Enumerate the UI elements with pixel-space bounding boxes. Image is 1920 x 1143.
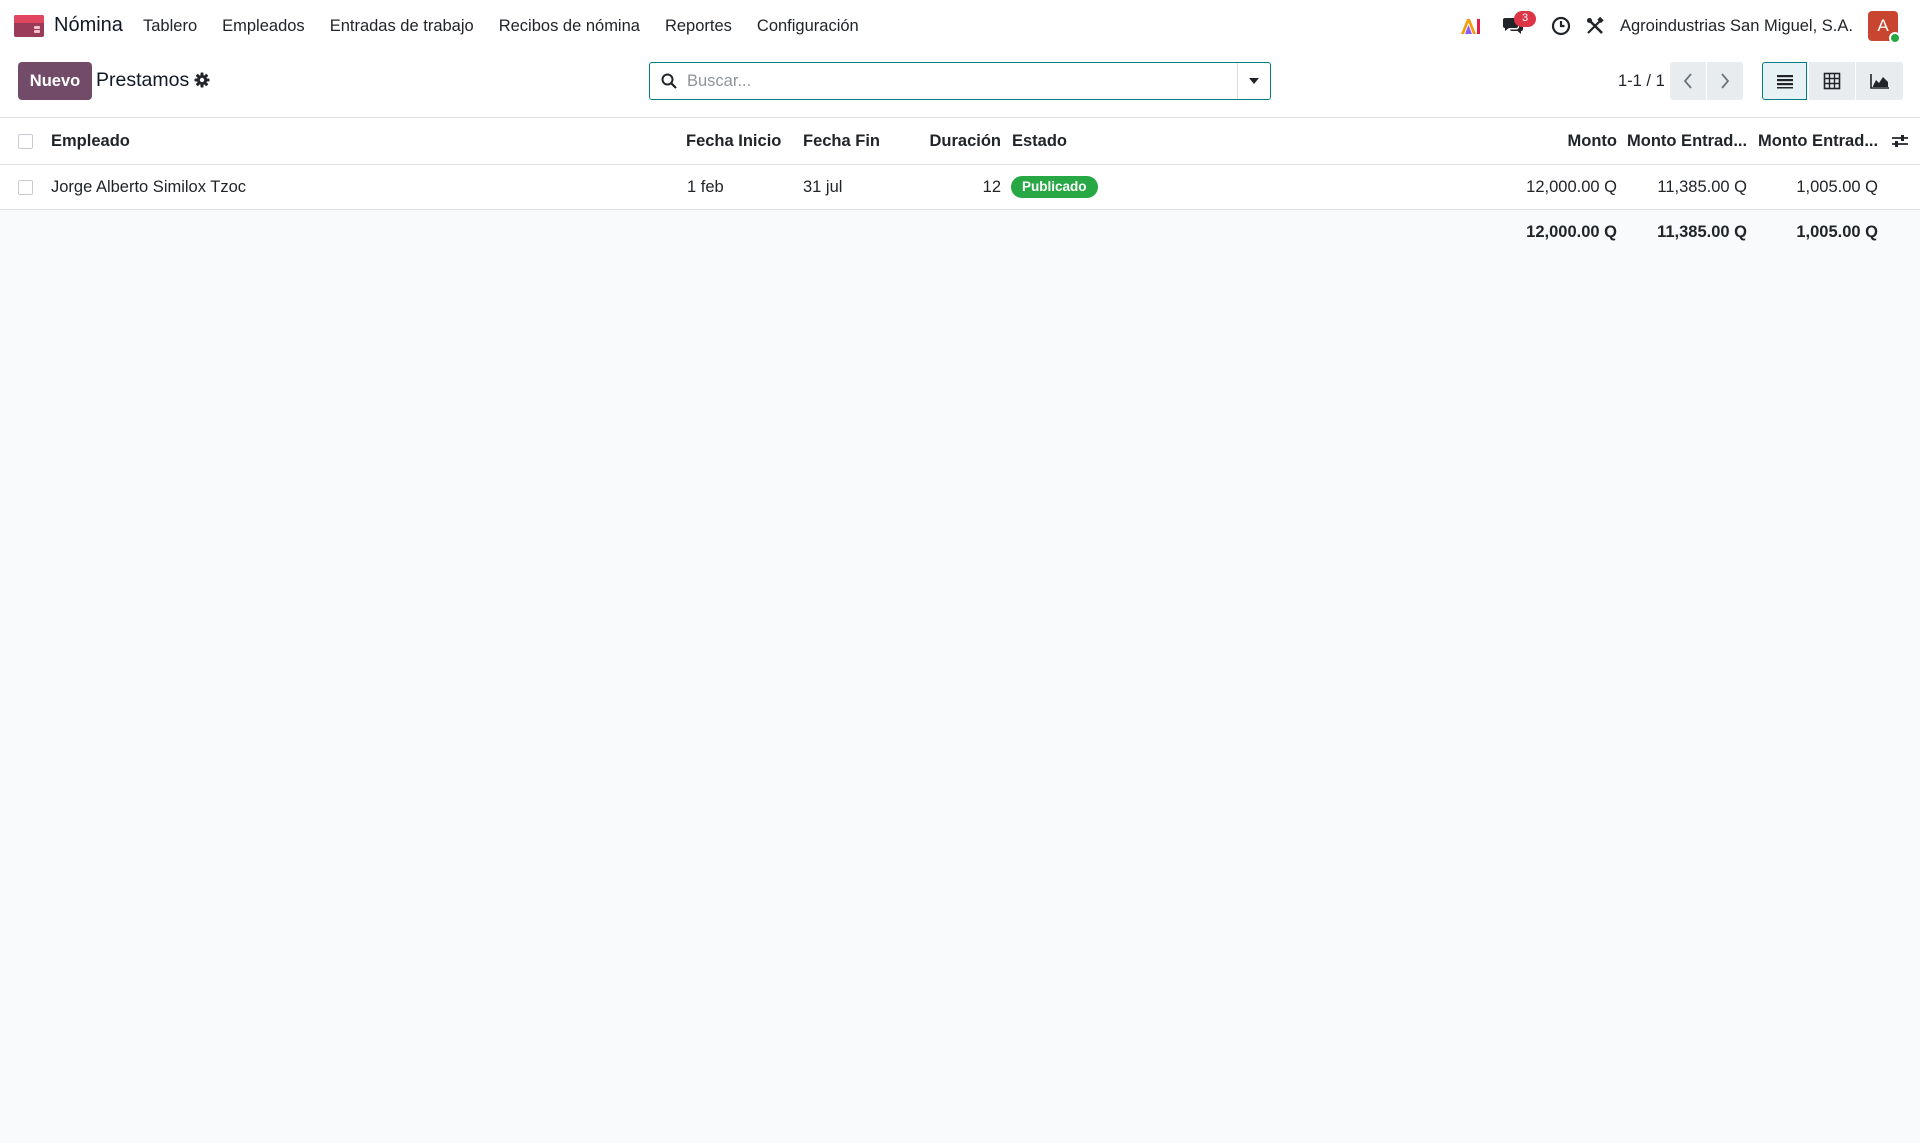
list-icon xyxy=(1776,75,1793,89)
column-header-amount-entry[interactable]: Monto Entrad... xyxy=(1627,118,1747,164)
avatar-letter: A xyxy=(1877,16,1889,35)
row-checkbox[interactable] xyxy=(18,165,33,209)
column-header-employee[interactable]: Empleado xyxy=(51,118,130,164)
messages-count-badge: 3 xyxy=(1514,11,1536,27)
chevron-right-icon xyxy=(1721,73,1730,89)
chevron-left-icon xyxy=(1683,73,1692,89)
main-menu: Tablero Empleados Entradas de trabajo Re… xyxy=(143,0,884,52)
ai-icon[interactable] xyxy=(1458,0,1484,52)
cell-amount-entry-2: 1,005.00 Q xyxy=(1796,177,1878,196)
table-header: Empleado Fecha Inicio Fecha Fin Duración… xyxy=(0,118,1920,165)
table-row[interactable]: Jorge Alberto Similox Tzoc 1 feb 31 jul … xyxy=(0,165,1920,210)
page-title: Prestamos xyxy=(96,69,190,91)
caret-down-icon xyxy=(1249,78,1259,84)
status-badge: Publicado xyxy=(1011,176,1098,198)
pivot-view-button[interactable] xyxy=(1809,62,1855,100)
gear-icon[interactable] xyxy=(194,72,210,93)
online-status-dot xyxy=(1889,32,1901,44)
area-chart-icon xyxy=(1869,74,1889,89)
optional-columns-toggle[interactable] xyxy=(1891,118,1909,164)
column-header-amount[interactable]: Monto xyxy=(1470,118,1617,164)
menu-item-reportes[interactable]: Reportes xyxy=(665,17,732,36)
cell-status: Publicado xyxy=(1011,165,1098,209)
table-totals-row: 12,000.00 Q 11,385.00 Q 1,005.00 Q xyxy=(0,210,1920,255)
company-name: Agroindustrias San Miguel, S.A. xyxy=(1620,16,1853,35)
menu-item-entradas-de-trabajo[interactable]: Entradas de trabajo xyxy=(330,17,474,36)
table-grid-icon xyxy=(1823,72,1841,90)
cell-duration: 12 xyxy=(982,177,1001,196)
search-bar xyxy=(649,62,1271,100)
search-options-toggle[interactable] xyxy=(1237,63,1270,99)
total-amount-entry: 11,385.00 Q xyxy=(1657,223,1747,241)
list-view-button[interactable] xyxy=(1762,62,1807,100)
control-panel: Nuevo Prestamos 1-1 / 1 xyxy=(0,52,1920,118)
column-header-start-date[interactable]: Fecha Inicio xyxy=(686,118,781,164)
debug-tools-icon[interactable] xyxy=(1582,0,1608,52)
graph-view-button[interactable] xyxy=(1856,62,1903,100)
pager-next-button[interactable] xyxy=(1707,62,1743,100)
search-input[interactable] xyxy=(687,64,1227,98)
menu-item-empleados[interactable]: Empleados xyxy=(222,17,305,36)
pager-value[interactable]: 1-1 / 1 xyxy=(1618,72,1665,91)
top-navbar: Nómina Tablero Empleados Entradas de tra… xyxy=(0,0,1920,52)
total-amount-entry-2: 1,005.00 Q xyxy=(1796,223,1878,241)
column-header-amount-entry-2[interactable]: Monto Entrad... xyxy=(1758,118,1878,164)
column-header-status[interactable]: Estado xyxy=(1012,118,1067,164)
cell-end-date: 31 jul xyxy=(803,177,843,196)
menu-item-configuracion[interactable]: Configuración xyxy=(757,17,859,36)
messages-button[interactable]: 3 xyxy=(1496,0,1536,52)
cell-amount: 12,000.00 Q xyxy=(1526,177,1617,196)
sliders-icon xyxy=(1892,135,1908,147)
loans-list: Empleado Fecha Inicio Fecha Fin Duración… xyxy=(0,118,1920,255)
avatar: A xyxy=(1868,11,1901,44)
cell-amount-entry: 11,385.00 Q xyxy=(1657,177,1747,196)
payroll-app-icon[interactable] xyxy=(14,15,44,37)
cell-start-date: 1 feb xyxy=(687,177,724,196)
user-menu[interactable]: A xyxy=(1868,0,1901,52)
app-name[interactable]: Nómina xyxy=(54,14,123,37)
pager-previous-button[interactable] xyxy=(1670,62,1706,100)
search-icon xyxy=(661,73,677,94)
select-all-checkbox[interactable] xyxy=(18,118,33,164)
menu-item-tablero[interactable]: Tablero xyxy=(143,17,197,36)
menu-item-recibos-de-nomina[interactable]: Recibos de nómina xyxy=(499,17,640,36)
cell-employee: Jorge Alberto Similox Tzoc xyxy=(51,177,247,196)
activity-clock-icon[interactable] xyxy=(1548,0,1574,52)
new-button[interactable]: Nuevo xyxy=(18,62,92,100)
column-header-duration[interactable]: Duración xyxy=(900,118,1001,164)
company-switcher[interactable]: Agroindustrias San Miguel, S.A. xyxy=(1620,0,1856,52)
total-amount: 12,000.00 Q xyxy=(1526,223,1617,241)
column-header-end-date[interactable]: Fecha Fin xyxy=(803,118,880,164)
